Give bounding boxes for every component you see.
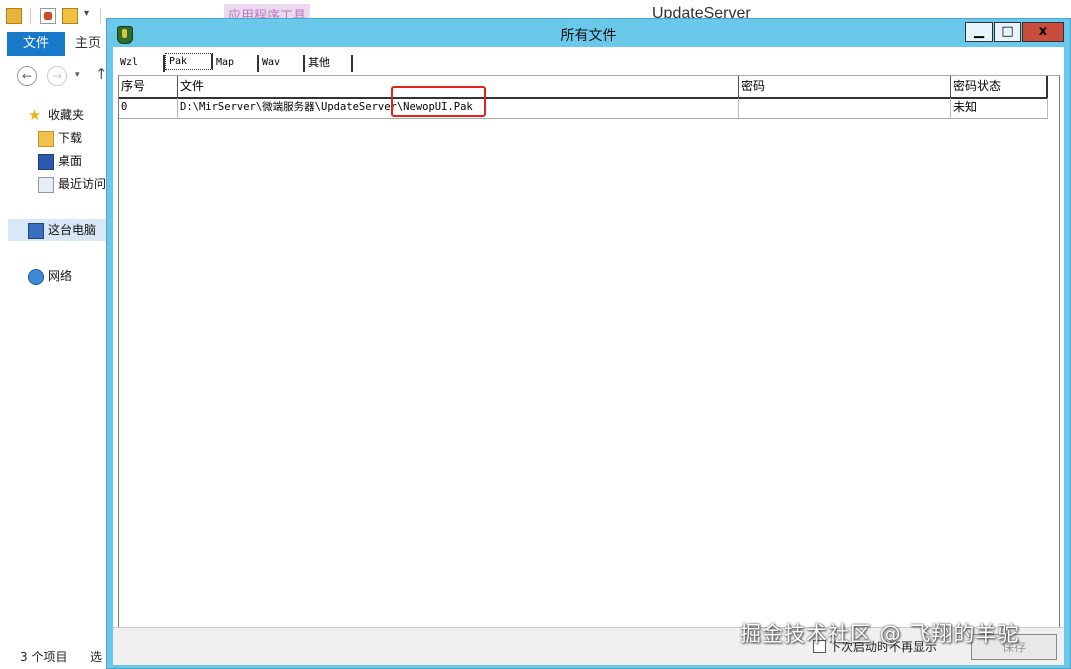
dialog-title: 所有文件 (560, 28, 617, 44)
nav-item-label: 网络 (48, 269, 73, 283)
toolbar-divider (100, 8, 101, 24)
computer-icon (28, 223, 44, 239)
tab-map[interactable]: Map (213, 55, 259, 72)
forward-arrow-icon[interactable]: → (47, 66, 67, 86)
tab-wzl[interactable]: Wzl (117, 55, 165, 72)
back-arrow-icon[interactable]: ← (17, 66, 37, 86)
star-icon: ★ (28, 106, 42, 124)
downloads-folder-icon (38, 131, 54, 147)
recent-places-icon (38, 177, 54, 193)
column-header-password-state[interactable]: 密码状态 (951, 76, 1048, 97)
nav-item-label: 收藏夹 (48, 108, 85, 122)
nav-item-label: 这台电脑 (48, 223, 97, 237)
properties-icon[interactable] (40, 8, 56, 24)
ribbon-tabs: 文件 主页 (0, 32, 108, 56)
navigation-pane: ★ 收藏夹 下载 桌面 最近访问 这台电脑 网络 (0, 96, 108, 636)
dialog-client-area: Wzl Pak Map Wav 其他 序号 文件 密码 密码状态 0 D:\Mi… (113, 47, 1064, 665)
nav-item-label: 最近访问 (58, 177, 107, 191)
cell-password[interactable] (739, 98, 951, 118)
desktop-icon (38, 154, 54, 170)
grid-header: 序号 文件 密码 密码状态 (119, 76, 1048, 99)
minimize-button[interactable]: ▁ (965, 22, 993, 42)
status-selected-text: 选 (90, 650, 103, 664)
nav-item-this-pc[interactable]: 这台电脑 (8, 219, 108, 241)
dialog-titlebar[interactable]: 所有文件 ▁ □ x (107, 19, 1070, 47)
ribbon-tab-home[interactable]: 主页 (68, 32, 108, 56)
column-header-index[interactable]: 序号 (119, 76, 178, 97)
navigation-bar: ← → ▾ ↑ (0, 58, 108, 94)
watermark-text: 掘金技术社区 @ 飞翔的羊驼 (740, 622, 1020, 646)
annotation-highlight-box (391, 86, 486, 117)
toolbar-divider (30, 8, 31, 24)
network-icon (28, 269, 44, 285)
cell-index[interactable]: 0 (119, 98, 178, 118)
maximize-button[interactable]: □ (994, 22, 1021, 42)
file-grid[interactable]: 序号 文件 密码 密码状态 0 D:\MirServer\微端服务器\Updat… (118, 75, 1060, 655)
status-item-count: 3 个项目 (20, 650, 68, 664)
column-header-password[interactable]: 密码 (739, 76, 951, 97)
table-row[interactable]: 0 D:\MirServer\微端服务器\UpdateServer\NewopU… (119, 98, 1048, 119)
file-type-tabs: Wzl Pak Map Wav 其他 (113, 51, 1064, 73)
status-bar: 3 个项目 选 (0, 644, 108, 669)
recent-locations-chevron-icon[interactable]: ▾ (75, 70, 80, 80)
tab-other[interactable]: 其他 (305, 55, 353, 72)
tab-wav[interactable]: Wav (259, 55, 305, 72)
close-button[interactable]: x (1022, 22, 1064, 42)
nav-item-label: 下载 (58, 131, 83, 145)
cell-password-state[interactable]: 未知 (951, 98, 1048, 118)
all-files-dialog: 所有文件 ▁ □ x Wzl Pak Map Wav 其他 序号 文件 密码 密… (106, 18, 1071, 669)
chevron-down-icon[interactable]: ▾ (84, 8, 89, 19)
nav-item-label: 桌面 (58, 154, 83, 168)
new-folder-icon[interactable] (62, 8, 78, 24)
folder-icon[interactable] (6, 8, 22, 24)
tab-pak[interactable]: Pak (165, 53, 213, 70)
ribbon-tab-file[interactable]: 文件 (7, 32, 65, 56)
